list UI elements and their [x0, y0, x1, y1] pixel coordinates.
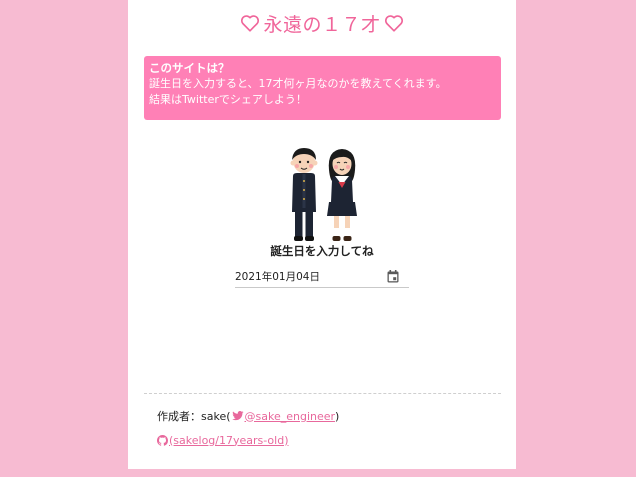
birthday-date-input[interactable]: 2021年01月04日 [235, 268, 409, 288]
author-credit: 作成者：sake( @sake_engineer ) [157, 408, 339, 424]
page-title-text: 永遠の１７才 [263, 13, 381, 36]
author-prefix: 作成者：sake( [157, 410, 231, 423]
twitter-handle-link[interactable]: @sake_engineer [245, 410, 336, 423]
heart-outline-icon [384, 15, 403, 32]
date-value[interactable]: 2021年01月04日 [235, 271, 320, 283]
info-heading: このサイトは？ [149, 61, 230, 75]
main-panel: 永遠の１７才 このサイトは？ 誕生日を入力すると、17才何ヶ月なのかを教えてくれ… [128, 0, 516, 469]
info-description: 誕生日を入力すると、17才何ヶ月なのかを教えてくれます。 [149, 77, 447, 90]
footer-divider [144, 393, 501, 394]
author-suffix: ) [335, 409, 340, 423]
github-icon[interactable] [157, 434, 168, 446]
student-couple-illustration [290, 148, 357, 241]
info-share-note: 結果はTwitterでシェアしよう！ [149, 93, 307, 106]
birthday-prompt: 誕生日を入力してね [270, 244, 374, 258]
github-repo-link[interactable]: (sakelog/17years-old) [169, 434, 289, 447]
github-repo-credit: (sakelog/17years-old) [157, 432, 289, 448]
heart-outline-icon [241, 15, 260, 32]
page-title: 永遠の１７才 [128, 8, 516, 38]
calendar-icon[interactable] [387, 270, 399, 283]
twitter-icon [231, 411, 244, 421]
info-box: このサイトは？ 誕生日を入力すると、17才何ヶ月なのかを教えてくれます。 結果は… [144, 56, 501, 120]
